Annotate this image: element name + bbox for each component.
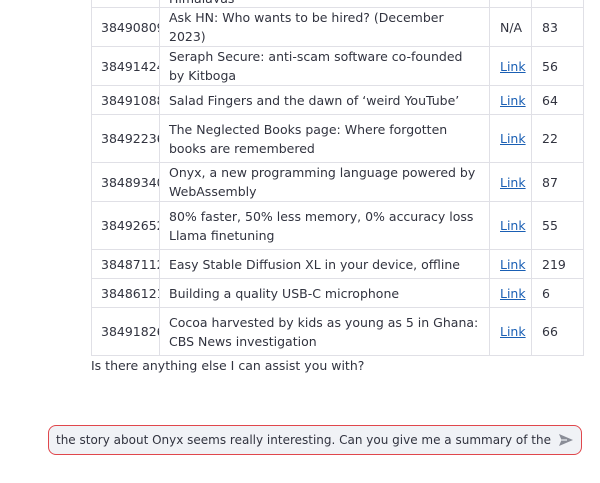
- story-id-cell: 38492652: [91, 201, 160, 250]
- table-row: 38486121 Building a quality USB-C microph…: [91, 278, 584, 308]
- story-score-cell: 87: [531, 162, 584, 202]
- table-row: 38487112 Easy Stable Diffusion XL in your…: [91, 249, 584, 279]
- story-id-cell: 38489340: [91, 162, 160, 202]
- story-link-cell: N/A: [489, 7, 532, 47]
- table-row: 38491826 Cocoa harvested by kids as young…: [91, 307, 584, 356]
- story-score-cell: 22: [531, 114, 584, 163]
- story-link-cell: Link: [489, 46, 532, 86]
- story-id-cell: 38490809: [91, 7, 160, 47]
- story-score-cell: 83: [531, 7, 584, 47]
- story-title-cell: Salad Fingers and the dawn of ‘weird You…: [159, 85, 490, 115]
- story-link-cell: Link: [489, 249, 532, 279]
- story-link[interactable]: Link: [500, 257, 526, 272]
- story-title-cell: Onyx, a new programming language powered…: [159, 162, 490, 202]
- story-link[interactable]: Link: [500, 324, 526, 339]
- chat-input-box[interactable]: the story about Onyx seems really intere…: [48, 425, 582, 455]
- story-id-cell: 38491826: [91, 307, 160, 356]
- story-link-cell: Link: [489, 162, 532, 202]
- chat-page: Himalayas 38490809Ask HN: Who wants to be…: [0, 0, 600, 483]
- story-link[interactable]: Link: [500, 59, 526, 74]
- story-link-cell: Link: [489, 114, 532, 163]
- story-title-cell: Cocoa harvested by kids as young as 5 in…: [159, 307, 490, 356]
- story-id-cell: 38487112: [91, 249, 160, 279]
- send-icon: [559, 434, 573, 446]
- story-id-cell: 38492236: [91, 114, 160, 163]
- table-row: 38492236 The Neglected Books page: Where …: [91, 114, 584, 163]
- table-body: Himalayas 38490809Ask HN: Who wants to be…: [91, 0, 584, 356]
- story-link-cell: Link: [489, 307, 532, 356]
- story-link[interactable]: Link: [500, 286, 526, 301]
- story-id-cell: 38491424: [91, 46, 160, 86]
- story-link[interactable]: Link: [500, 131, 526, 146]
- story-link[interactable]: Link: [500, 218, 526, 233]
- story-title-cell: 80% faster, 50% less memory, 0% accuracy…: [159, 201, 490, 250]
- story-title-cell: Ask HN: Who wants to be hired? (December…: [159, 7, 490, 47]
- story-link-cell: Link: [489, 201, 532, 250]
- story-score-cell: [531, 0, 584, 8]
- send-button[interactable]: [551, 426, 581, 454]
- story-score-cell: 64: [531, 85, 584, 115]
- story-id-cell: 38486121: [91, 278, 160, 308]
- story-title-cell: The Neglected Books page: Where forgotte…: [159, 114, 490, 163]
- story-title-cell: Easy Stable Diffusion XL in your device,…: [159, 249, 490, 279]
- story-link-cell: Link: [489, 85, 532, 115]
- story-link[interactable]: Link: [500, 175, 526, 190]
- story-link-cell: [489, 0, 532, 8]
- stories-table-container: Himalayas 38490809Ask HN: Who wants to be…: [91, 0, 584, 356]
- story-title-cell: Building a quality USB-C microphone: [159, 278, 490, 308]
- story-title-cell: Seraph Secure: anti-scam software co-fou…: [159, 46, 490, 86]
- story-score-cell: 66: [531, 307, 584, 356]
- story-score-cell: 6: [531, 278, 584, 308]
- table-row: 38491088 Salad Fingers and the dawn of ‘w…: [91, 85, 584, 115]
- story-title-text: Himalayas: [169, 0, 480, 3]
- story-id-cell: [91, 0, 160, 8]
- table-row: 38491424 Seraph Secure: anti-scam softwar…: [91, 46, 584, 86]
- story-link-cell: Link: [489, 278, 532, 308]
- table-row: 38492652 80% faster, 50% less memory, 0% …: [91, 201, 584, 250]
- stories-table: Himalayas 38490809Ask HN: Who wants to be…: [91, 0, 584, 356]
- table-row: 38490809 Ask HN: Who wants to be hired? (…: [91, 7, 584, 47]
- chat-input-value: the story about Onyx seems really intere…: [56, 432, 551, 447]
- story-score-cell: 56: [531, 46, 584, 86]
- story-title-cell: Himalayas: [159, 0, 490, 8]
- chat-input-field[interactable]: the story about Onyx seems really intere…: [49, 433, 551, 448]
- assistant-followup-text: Is there anything else I can assist you …: [91, 358, 365, 373]
- story-score-cell: 55: [531, 201, 584, 250]
- table-row: Himalayas: [91, 0, 584, 8]
- story-id-cell: 38491088: [91, 85, 160, 115]
- story-link[interactable]: Link: [500, 93, 526, 108]
- story-score-cell: 219: [531, 249, 584, 279]
- table-row: 38489340 Onyx, a new programming language…: [91, 162, 584, 202]
